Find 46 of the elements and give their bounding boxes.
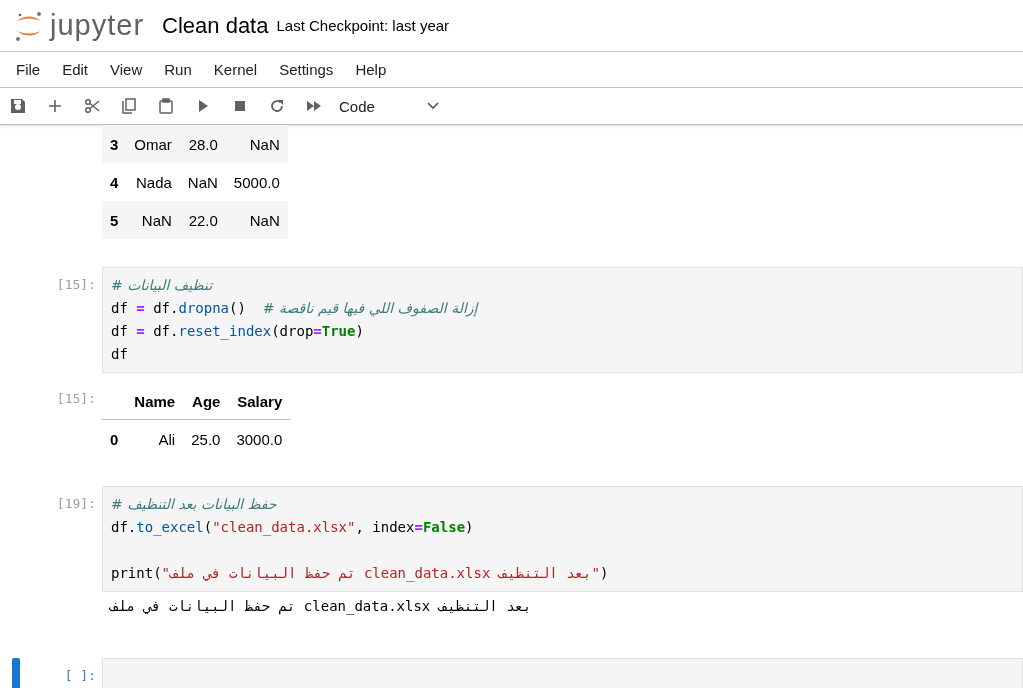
menu-item[interactable]: File [16,61,41,78]
table-cell: Omar [126,125,180,163]
menu-item[interactable]: Help [355,61,387,78]
execution-prompt: [19]: [56,495,96,511]
menu-item[interactable]: Settings [279,61,334,78]
menu-item[interactable]: Edit [62,61,89,78]
stop-icon[interactable] [232,98,248,114]
row-index: 5 [102,201,127,239]
row-index: 4 [102,163,127,201]
cut-icon[interactable] [84,98,100,114]
save-icon[interactable] [10,98,26,114]
restart-icon[interactable] [269,98,285,114]
row-index: 3 [102,125,127,163]
active-cell-bar [12,658,20,688]
table-cell: 25.0 [183,419,229,458]
logo-text: jupyter [50,9,145,42]
table-cell: 5000.0 [225,163,288,201]
add-icon[interactable] [47,98,63,114]
table-header: Age [183,383,229,420]
table-cell: NaN [225,125,288,163]
code-input[interactable] [102,658,1023,688]
menu-item[interactable]: Kernel [213,61,258,78]
paste-icon[interactable] [158,98,174,114]
table-header: Name [126,383,184,420]
execution-prompt: [15]: [56,276,96,292]
table-cell: NaN [126,201,180,239]
menu-item[interactable]: Run [164,61,192,78]
table-cell: Ali [126,419,184,458]
notebook-title[interactable]: Clean data [162,12,269,39]
table-cell: Nada [126,163,180,201]
execution-prompt: [ ]: [64,667,96,683]
chevron-down-icon [427,102,439,110]
menu-item[interactable]: View [110,61,143,78]
table-cell: 3000.0 [228,419,291,458]
checkpoint-status: Last Checkpoint: last year [276,17,450,34]
table-cell: 22.0 [179,201,226,239]
table-cell: NaN [179,163,226,201]
table-header: Salary [228,383,291,420]
copy-icon[interactable] [121,98,137,114]
table-cell: NaN [225,201,288,239]
execution-prompt: [15]: [56,390,96,406]
fast-forward-icon[interactable] [306,98,322,114]
cell-type-dropdown[interactable]: Code [339,97,439,115]
table-cell: 28.0 [179,125,226,163]
row-index: 0 [102,419,127,458]
print-output: تم حفظ البيانات في ملف clean_data.xlsx بعد التنظيف [108,597,533,616]
